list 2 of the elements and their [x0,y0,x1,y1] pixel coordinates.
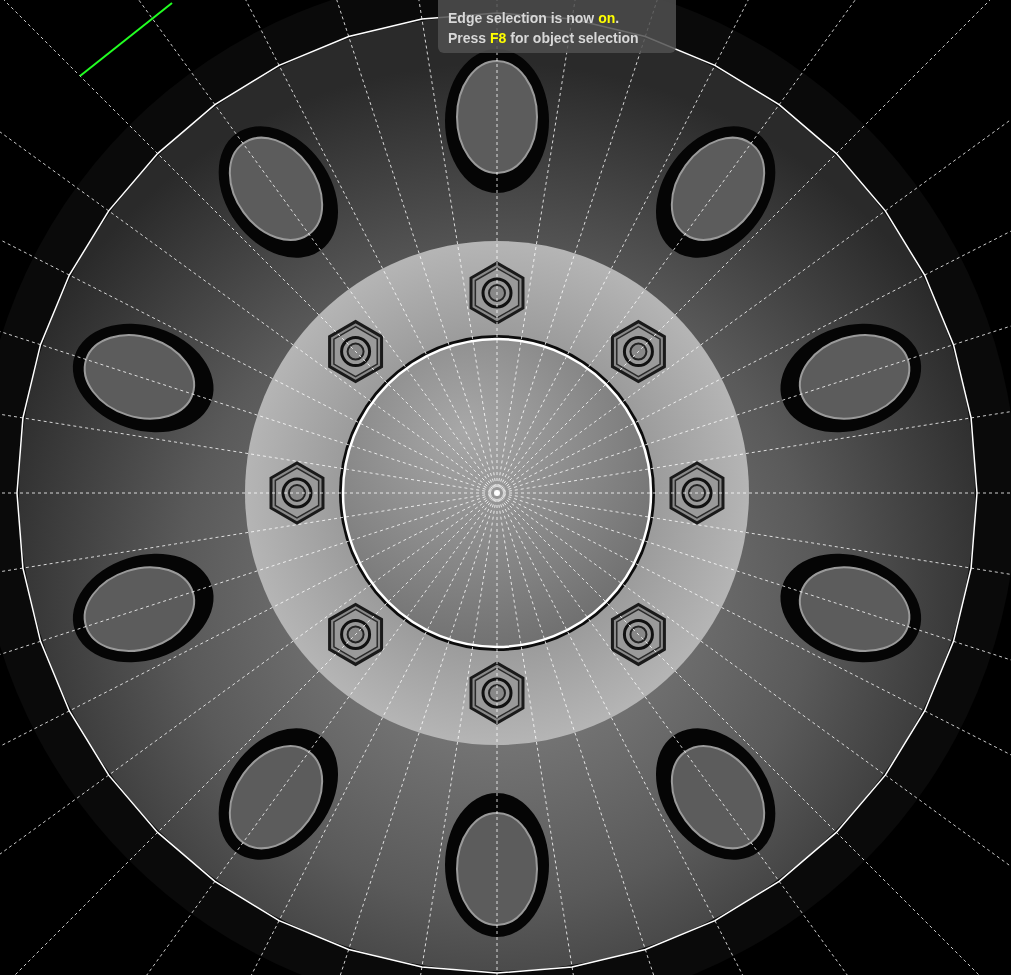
notification-text: Edge selection is now on. [448,9,621,27]
notification-text: Press F8 for object selection [448,29,640,47]
